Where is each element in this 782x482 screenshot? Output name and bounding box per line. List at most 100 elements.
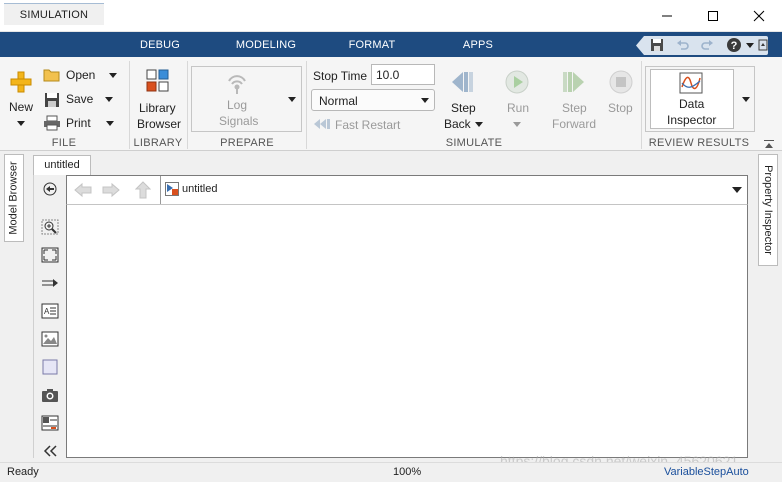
new-menu-caret-icon[interactable] (17, 121, 25, 126)
log-signals-icon (228, 75, 246, 94)
ribbon-divider (306, 61, 307, 149)
minimize-icon (662, 15, 672, 17)
open-button[interactable]: Open (66, 68, 95, 82)
save-menu-caret-icon[interactable] (105, 97, 113, 102)
section-label-library: LIBRARY (133, 137, 183, 149)
save-button[interactable]: Save (66, 92, 93, 106)
signal-arrow-icon[interactable] (41, 275, 59, 291)
redo-icon[interactable] (700, 39, 714, 51)
section-label-prepare: PREPARE (220, 137, 274, 149)
explorer-bar: untitled (66, 175, 748, 205)
collapse-panel-up-icon[interactable] (763, 139, 775, 149)
step-back-icon (452, 72, 473, 92)
close-button[interactable] (736, 0, 782, 32)
simulation-mode-value: Normal (319, 94, 358, 108)
step-back-caret-icon[interactable] (475, 122, 483, 127)
breadcrumb-dropdown-icon[interactable] (732, 187, 742, 193)
model-browser-label: Model Browser (8, 161, 21, 235)
print-icon (44, 115, 60, 131)
new-button[interactable]: New (9, 100, 33, 114)
stop-time-value: 10.0 (376, 68, 400, 82)
help-menu-caret-icon[interactable] (746, 43, 754, 48)
tab-format[interactable]: FORMAT (340, 32, 404, 57)
annotation-icon[interactable]: A (41, 303, 59, 319)
tab-apps[interactable]: APPS (452, 32, 504, 57)
collapse-ribbon-icon[interactable] (757, 38, 769, 52)
solver-link[interactable]: VariableStepAuto (664, 466, 749, 478)
section-label-file: FILE (51, 137, 77, 149)
hide-browser-icon[interactable] (41, 181, 59, 197)
property-inspector-label: Property Inspector (762, 165, 774, 255)
back-arrow-icon[interactable] (73, 182, 93, 198)
explorer-divider (160, 176, 161, 204)
model-browser-tab[interactable]: Model Browser (4, 154, 24, 242)
run-icon (505, 70, 529, 94)
screenshot-camera-icon[interactable] (41, 387, 59, 403)
block-palette: A (33, 175, 65, 458)
new-plus-icon (10, 71, 32, 93)
prepare-gallery-expand-icon[interactable] (288, 97, 296, 102)
svg-text:?: ? (731, 40, 738, 52)
library-browser-label-line2: Browser (137, 117, 182, 131)
stop-button[interactable]: Stop (608, 101, 633, 115)
model-icon (165, 182, 179, 196)
fast-restart-icon (314, 119, 330, 129)
fit-to-view-icon[interactable] (41, 247, 59, 263)
log-signals-button[interactable]: Log (227, 98, 247, 112)
data-inspector-icon (679, 72, 703, 94)
run-button[interactable]: Run (507, 101, 529, 115)
step-forward-label-line2: Forward (552, 117, 597, 131)
doc-tab-untitled[interactable]: untitled (33, 155, 91, 175)
title-bar: untitled (0, 0, 782, 32)
print-button[interactable]: Print (66, 116, 91, 130)
save-disk-icon (45, 93, 59, 107)
ribbon-divider (129, 61, 130, 149)
collapse-palette-icon[interactable] (41, 443, 59, 459)
image-icon[interactable] (41, 331, 59, 347)
simulation-mode-caret-icon (421, 98, 429, 103)
undo-icon[interactable] (676, 39, 690, 51)
ribbon-divider (641, 61, 642, 149)
tab-simulation[interactable]: SIMULATION (4, 3, 104, 25)
ribbon: New Open Save Print FILE Library Browser… (0, 57, 782, 151)
close-icon (753, 10, 765, 22)
data-inspector-label-line1: Data (679, 97, 705, 111)
property-inspector-tab[interactable]: Property Inspector (758, 154, 778, 266)
stop-icon (609, 70, 633, 94)
print-menu-caret-icon[interactable] (106, 121, 114, 126)
forward-arrow-icon[interactable] (101, 182, 121, 198)
fast-restart-button[interactable]: Fast Restart (335, 118, 400, 132)
property-table-icon[interactable] (41, 415, 59, 431)
maximize-button[interactable] (690, 0, 736, 32)
review-gallery-expand-icon[interactable] (742, 97, 750, 102)
up-arrow-icon[interactable] (135, 181, 151, 199)
save-icon[interactable] (650, 38, 664, 52)
section-label-simulate: SIMULATE (445, 137, 503, 149)
model-canvas[interactable] (66, 204, 748, 458)
step-back-button[interactable]: Step (451, 101, 476, 115)
simulation-mode-select[interactable]: Normal (311, 89, 435, 111)
run-caret-icon[interactable] (513, 122, 521, 127)
library-browser-button[interactable]: Library (139, 101, 176, 115)
log-signals-label-line2: Signals (219, 114, 259, 128)
breadcrumb[interactable]: untitled (182, 183, 217, 195)
data-inspector-label-line2: Inspector (667, 113, 717, 127)
zoom-level[interactable]: 100% (393, 466, 421, 478)
maximize-icon (708, 11, 718, 21)
help-icon[interactable]: ? (726, 37, 742, 53)
status-text: Ready (7, 466, 39, 478)
section-label-review-results: REVIEW RESULTS (648, 137, 750, 149)
tab-modeling[interactable]: MODELING (226, 32, 306, 57)
svg-text:A: A (44, 307, 50, 316)
stop-time-field[interactable]: 10.0 (371, 64, 435, 85)
step-forward-button[interactable]: Step (562, 101, 587, 115)
area-icon[interactable] (41, 359, 59, 375)
tab-debug[interactable]: DEBUG (126, 32, 194, 57)
open-menu-caret-icon[interactable] (109, 73, 117, 78)
zoom-in-icon[interactable] (41, 219, 59, 235)
open-folder-icon (43, 69, 60, 82)
stop-time-label: Stop Time (313, 69, 368, 83)
step-forward-icon (563, 72, 584, 92)
minimize-button[interactable] (644, 0, 690, 32)
ribbon-divider (187, 61, 188, 149)
